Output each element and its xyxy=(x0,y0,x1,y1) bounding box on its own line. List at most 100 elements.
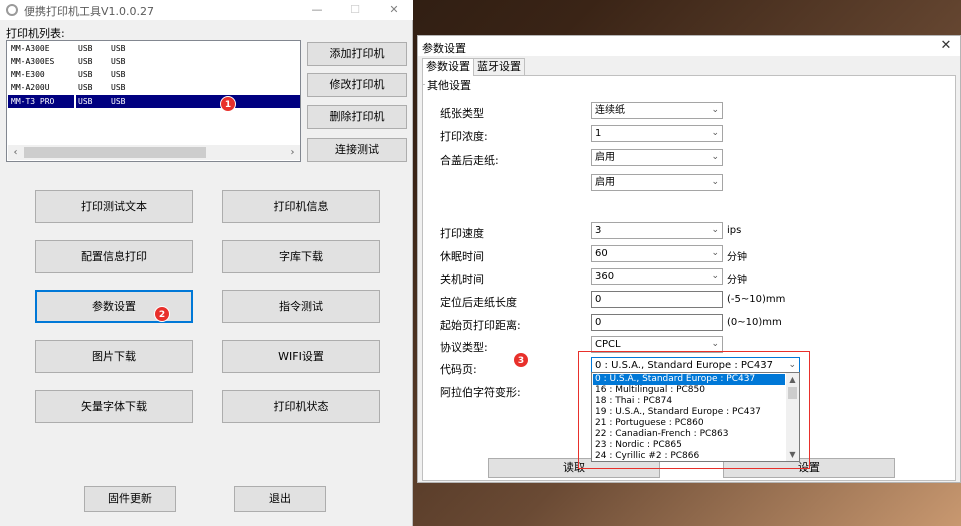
printer-interface: USB xyxy=(78,44,93,53)
printer-row[interactable]: MM-A300E USB USB xyxy=(8,42,300,55)
speed-value: 3 xyxy=(595,225,602,236)
connection-test-button[interactable]: 连接测试 xyxy=(307,138,407,162)
chevron-down-icon: ⌄ xyxy=(711,177,719,187)
horizontal-scrollbar[interactable]: ‹ › xyxy=(8,145,300,160)
start-distance-input[interactable]: 0 xyxy=(591,314,723,331)
codepage-option[interactable]: 24 : Cyrillic #2 : PC866 xyxy=(593,451,785,462)
dialog-title-bar[interactable]: 参数设置 ✕ xyxy=(418,36,960,56)
printer-interface: USB xyxy=(111,97,126,106)
printer-interface: USB xyxy=(111,57,126,66)
scroll-up-icon[interactable]: ▲ xyxy=(786,373,799,386)
shutdown-select[interactable]: 360 ⌄ xyxy=(591,268,723,285)
tab-bluetooth-settings[interactable]: 蓝牙设置 xyxy=(473,58,525,75)
delete-printer-button[interactable]: 删除打印机 xyxy=(307,105,407,129)
minimize-button[interactable]: — xyxy=(303,2,331,18)
printer-row[interactable]: MM-A200U USB USB xyxy=(8,81,300,94)
printer-name: MM-A200U xyxy=(11,83,50,92)
codepage-option[interactable]: 23 : Nordic : PC865 xyxy=(593,440,785,451)
speed-select[interactable]: 3 ⌄ xyxy=(591,222,723,239)
codepage-option-selected[interactable]: 0 : U.S.A., Standard Europe : PC437 xyxy=(593,374,785,385)
dialog-close-icon[interactable]: ✕ xyxy=(938,38,954,54)
printer-info-button[interactable]: 打印机信息 xyxy=(222,190,380,223)
printer-interface: USB xyxy=(78,83,93,92)
shutdown-label: 关机时间 xyxy=(440,273,484,286)
parameter-settings-button[interactable]: 参数设置 xyxy=(35,290,193,323)
scroll-left-icon[interactable]: ‹ xyxy=(8,145,23,160)
feed-length-input[interactable]: 0 xyxy=(591,291,723,308)
printer-interface: USB xyxy=(111,70,126,79)
annotation-marker: 2 xyxy=(154,306,170,322)
sleep-label: 休眠时间 xyxy=(440,250,484,263)
codepage-option[interactable]: 16 : Multilingual : PC850 xyxy=(593,385,785,396)
protocol-label: 协议类型: xyxy=(440,341,488,354)
chevron-down-icon: ⌄ xyxy=(711,152,719,162)
printer-list-label: 打印机列表: xyxy=(6,27,65,40)
scroll-down-icon[interactable]: ▼ xyxy=(786,448,799,461)
config-print-button[interactable]: 配置信息打印 xyxy=(35,240,193,273)
sleep-value: 60 xyxy=(595,248,608,259)
extra-select[interactable]: 启用 ⌄ xyxy=(591,174,723,191)
column-divider xyxy=(74,95,76,108)
codepage-label: 代码页: xyxy=(440,363,477,376)
codepage-option[interactable]: 22 : Canadian-French : PC863 xyxy=(593,429,785,440)
close-button[interactable]: ✕ xyxy=(380,2,408,18)
printer-status-button[interactable]: 打印机状态 xyxy=(222,390,380,423)
add-printer-button[interactable]: 添加打印机 xyxy=(307,42,407,66)
print-test-text-button[interactable]: 打印测试文本 xyxy=(35,190,193,223)
printer-interface: USB xyxy=(111,83,126,92)
codepage-value: 0 : U.S.A., Standard Europe : PC437 xyxy=(595,360,773,371)
printer-name: MM-A300E xyxy=(11,44,50,53)
chevron-down-icon: ⌄ xyxy=(711,271,719,281)
scroll-thumb[interactable] xyxy=(788,387,797,399)
command-test-button[interactable]: 指令测试 xyxy=(222,290,380,323)
codepage-dropdown[interactable]: 0 : U.S.A., Standard Europe : PC437 16 :… xyxy=(591,372,800,462)
start-distance-label: 起始页打印距离: xyxy=(440,319,521,332)
edit-printer-button[interactable]: 修改打印机 xyxy=(307,73,407,97)
codepage-option[interactable]: 19 : U.S.A., Standard Europe : PC437 xyxy=(593,407,785,418)
speed-label: 打印速度 xyxy=(440,227,484,240)
codepage-option[interactable]: 18 : Thai : PC874 xyxy=(593,396,785,407)
scroll-thumb[interactable] xyxy=(24,147,206,158)
sleep-select[interactable]: 60 ⌄ xyxy=(591,245,723,262)
app-title: 便携打印机工具V1.0.0.27 xyxy=(24,5,155,18)
cover-feed-label: 合盖后走纸: xyxy=(440,154,499,167)
main-window: 便携打印机工具V1.0.0.27 — ☐ ✕ 打印机列表: MM-A300E U… xyxy=(0,0,413,526)
paper-type-select[interactable]: 连续纸 ⌄ xyxy=(591,102,723,119)
scroll-right-icon[interactable]: › xyxy=(285,145,300,160)
firmware-update-button[interactable]: 固件更新 xyxy=(84,486,176,512)
feed-length-label: 定位后走纸长度 xyxy=(440,296,517,309)
chevron-down-icon: ⌄ xyxy=(711,225,719,235)
group-label: 其他设置 xyxy=(425,77,473,93)
printer-row-selected[interactable]: MM-T3 PRO USB USB xyxy=(8,95,300,108)
codepage-option[interactable]: 21 : Portuguese : PC860 xyxy=(593,418,785,429)
chevron-down-icon: ⌄ xyxy=(711,248,719,258)
printer-row[interactable]: MM-A300ES USB USB xyxy=(8,55,300,68)
protocol-select[interactable]: CPCL ⌄ xyxy=(591,336,723,353)
app-gear-icon xyxy=(6,4,18,16)
printer-interface: USB xyxy=(78,70,93,79)
printer-interface: USB xyxy=(111,44,126,53)
printer-row[interactable]: MM-E300 USB USB xyxy=(8,68,300,81)
maximize-button[interactable]: ☐ xyxy=(341,2,369,18)
image-download-button[interactable]: 图片下载 xyxy=(35,340,193,373)
shutdown-unit: 分钟 xyxy=(727,275,747,286)
printer-name: MM-T3 PRO xyxy=(11,97,55,106)
feed-length-unit: (-5~10)mm xyxy=(727,294,786,305)
parameter-dialog: 参数设置 ✕ 参数设置 蓝牙设置 其他设置 纸张类型 连续纸 ⌄ 打印浓度: 1… xyxy=(417,35,961,483)
paper-type-label: 纸张类型 xyxy=(440,107,484,120)
tab-parameter-settings[interactable]: 参数设置 xyxy=(422,58,474,76)
density-value: 1 xyxy=(595,128,602,139)
font-download-button[interactable]: 字库下载 xyxy=(222,240,380,273)
cover-feed-select[interactable]: 启用 ⌄ xyxy=(591,149,723,166)
dropdown-scrollbar[interactable]: ▲ ▼ xyxy=(786,373,799,461)
protocol-value: CPCL xyxy=(595,339,621,350)
vector-font-download-button[interactable]: 矢量字体下载 xyxy=(35,390,193,423)
speed-unit: ips xyxy=(727,225,742,236)
wifi-settings-button[interactable]: WIFI设置 xyxy=(222,340,380,373)
annotation-marker: 1 xyxy=(220,96,236,112)
density-select[interactable]: 1 ⌄ xyxy=(591,125,723,142)
exit-button[interactable]: 退出 xyxy=(234,486,326,512)
sleep-unit: 分钟 xyxy=(727,252,747,263)
main-title-bar[interactable]: 便携打印机工具V1.0.0.27 — ☐ ✕ xyxy=(0,0,413,20)
printer-list[interactable]: MM-A300E USB USB MM-A300ES USB USB MM-E3… xyxy=(6,40,301,162)
